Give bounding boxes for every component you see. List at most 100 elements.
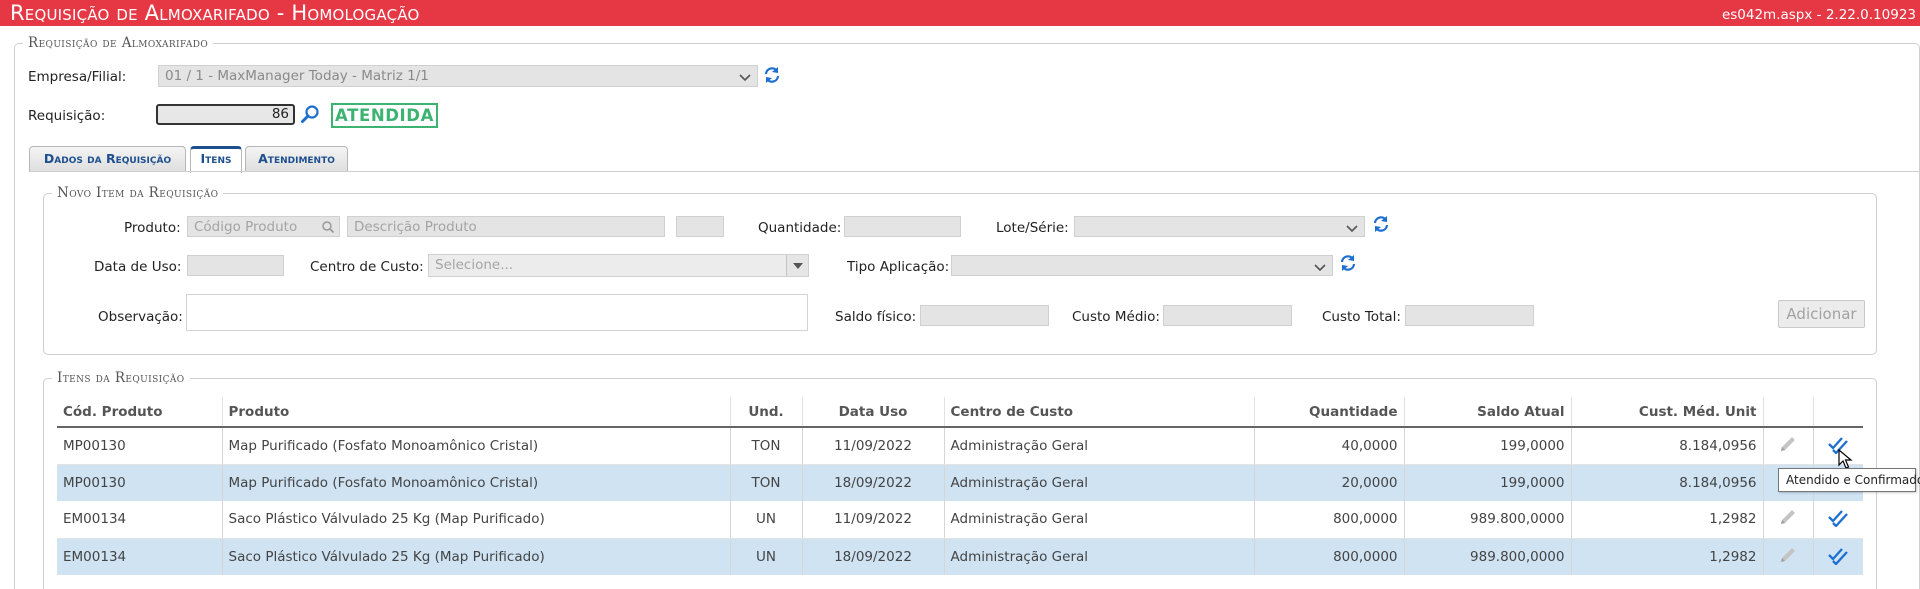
centro-custo-label: Centro de Custo: [310, 259, 424, 275]
dropdown-button[interactable] [786, 255, 808, 276]
cell-data-uso: 18/09/2022 [801, 464, 944, 501]
quantidade-input[interactable] [844, 216, 961, 237]
column-header[interactable]: Saldo Atual [1403, 397, 1571, 428]
column-header[interactable]: Data Uso [801, 397, 944, 428]
data-uso-input[interactable] [187, 255, 284, 276]
requisicao-input[interactable]: 86 [156, 104, 295, 125]
custo-medio-label: Custo Médio: [1072, 309, 1160, 325]
cell-codigo: MP00130 [57, 427, 222, 465]
search-icon[interactable] [300, 104, 320, 124]
descricao-produto-input[interactable]: Descrição Produto [347, 216, 665, 237]
refresh-icon[interactable] [762, 65, 782, 85]
observacao-label: Observação: [98, 309, 183, 325]
empresa-label: Empresa/Filial: [28, 69, 127, 85]
cell-quantidade: 800,0000 [1253, 538, 1404, 575]
column-header[interactable]: Produto [221, 397, 730, 428]
custo-total-input [1405, 305, 1534, 326]
cell-saldo-atual: 199,0000 [1403, 464, 1571, 501]
chevron-down-icon [1314, 264, 1326, 272]
tab-dados-requisicao[interactable]: Dados da Requisição [29, 146, 186, 172]
version-label: es042m.aspx - 2.22.0.10923 [1721, 7, 1916, 23]
cell-status [1812, 501, 1863, 539]
cell-custo-medio: 1,2982 [1570, 538, 1763, 575]
cell-produto: Saco Plástico Válvulado 25 Kg (Map Purif… [221, 501, 730, 539]
descricao-produto-placeholder: Descrição Produto [354, 219, 477, 235]
novo-item-legend: Novo Item da Requisição [57, 185, 219, 201]
page-title: Requisição de Almoxarifado - Homologação [10, 1, 420, 25]
cell-unidade: UN [729, 538, 802, 575]
column-header[interactable]: Cust. Méd. Unit [1570, 397, 1763, 428]
tipo-aplicacao-select[interactable] [951, 255, 1333, 276]
pencil-icon[interactable] [1778, 434, 1798, 454]
status-tooltip: Atendido e Confirmado [1778, 468, 1920, 492]
cell-saldo-atual: 989.800,0000 [1403, 538, 1571, 575]
cell-centro-custo: Administração Geral [943, 427, 1254, 465]
cell-quantidade: 800,0000 [1253, 501, 1404, 539]
table-row[interactable]: MP00130 Map Purificado (Fosfato Monoamôn… [57, 464, 1863, 501]
cell-saldo-atual: 199,0000 [1403, 427, 1571, 465]
caret-down-icon [793, 263, 803, 269]
requisicao-legend: Requisição de Almoxarifado [28, 35, 209, 51]
observacao-textarea[interactable] [186, 294, 808, 331]
adicionar-button[interactable]: Adicionar [1778, 300, 1865, 328]
cell-codigo: MP00130 [57, 464, 222, 501]
produto-label: Produto: [124, 220, 181, 236]
lote-serie-select[interactable] [1074, 216, 1365, 237]
tab-panel-border [29, 171, 1920, 172]
table-row[interactable]: EM00134 Saco Plástico Válvulado 25 Kg (M… [57, 538, 1863, 575]
quantidade-label: Quantidade: [758, 220, 842, 236]
requisicao-label: Requisição: [28, 108, 106, 124]
cell-produto: Map Purificado (Fosfato Monoamônico Cris… [221, 464, 730, 501]
cell-custo-medio: 1,2982 [1570, 501, 1763, 539]
cell-custo-medio: 8.184,0956 [1570, 427, 1763, 465]
tipo-aplicacao-label: Tipo Aplicação: [847, 259, 950, 275]
table-row[interactable]: EM00134 Saco Plástico Válvulado 25 Kg (M… [57, 501, 1863, 539]
column-header[interactable]: Und. [729, 397, 802, 428]
unidade-input[interactable] [676, 216, 724, 237]
double-check-icon[interactable] [1827, 545, 1849, 566]
empresa-value: 01 / 1 - MaxManager Today - Matriz 1/1 [165, 68, 429, 84]
chevron-down-icon [1346, 225, 1358, 233]
refresh-icon[interactable] [1371, 214, 1391, 234]
cell-produto: Saco Plástico Válvulado 25 Kg (Map Purif… [221, 538, 730, 575]
itens-legend: Itens da Requisição [57, 370, 185, 386]
double-check-icon[interactable] [1827, 507, 1849, 528]
column-header-edit [1762, 397, 1813, 428]
custo-medio-input [1163, 305, 1292, 326]
cell-data-uso: 11/09/2022 [801, 427, 944, 465]
column-header[interactable]: Quantidade [1253, 397, 1404, 428]
cell-unidade: UN [729, 501, 802, 539]
search-icon[interactable] [321, 220, 335, 234]
column-header[interactable]: Cód. Produto [57, 397, 222, 428]
tab-itens[interactable]: Itens [190, 146, 242, 173]
data-uso-label: Data de Uso: [94, 259, 182, 275]
pencil-icon[interactable] [1778, 507, 1798, 527]
table-header-row: Cód. Produto Produto Und. Data Uso Centr… [57, 397, 1863, 428]
refresh-icon[interactable] [1338, 253, 1358, 273]
cell-data-uso: 11/09/2022 [801, 501, 944, 539]
table-row[interactable]: MP00130 Map Purificado (Fosfato Monoamôn… [57, 427, 1863, 465]
cell-unidade: TON [729, 464, 802, 501]
cell-centro-custo: Administração Geral [943, 501, 1254, 539]
cell-quantidade: 40,0000 [1253, 427, 1404, 465]
cell-custo-medio: 8.184,0956 [1570, 464, 1763, 501]
custo-total-label: Custo Total: [1322, 309, 1401, 325]
centro-custo-select[interactable]: Selecione... [428, 254, 809, 277]
cell-quantidade: 20,0000 [1253, 464, 1404, 501]
lote-serie-label: Lote/Série: [996, 220, 1069, 236]
status-badge: ATENDIDA [331, 103, 438, 128]
cell-status [1812, 538, 1863, 575]
column-header-status [1812, 397, 1863, 428]
empresa-select[interactable]: 01 / 1 - MaxManager Today - Matriz 1/1 [158, 65, 758, 87]
codigo-produto-placeholder: Código Produto [194, 219, 298, 235]
column-header[interactable]: Centro de Custo [943, 397, 1254, 428]
cell-edit [1762, 538, 1813, 575]
cell-codigo: EM00134 [57, 538, 222, 575]
cell-unidade: TON [729, 427, 802, 465]
chevron-down-icon [739, 74, 751, 82]
codigo-produto-input[interactable]: Código Produto [187, 216, 340, 237]
itens-table: Cód. Produto Produto Und. Data Uso Centr… [57, 397, 1863, 575]
pencil-icon[interactable] [1778, 545, 1798, 565]
cell-saldo-atual: 989.800,0000 [1403, 501, 1571, 539]
tab-atendimento[interactable]: Atendimento [245, 146, 348, 172]
